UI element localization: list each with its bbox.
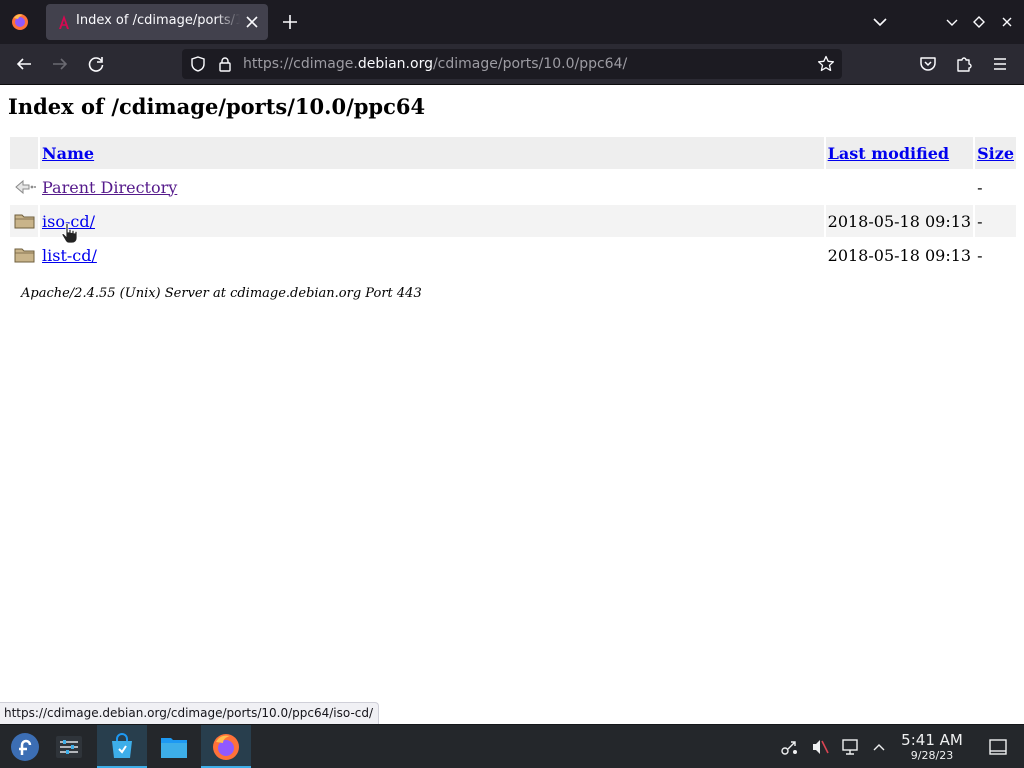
- url-text[interactable]: https://cdimage.debian.org/cdimage/ports…: [243, 56, 627, 72]
- tab-active[interactable]: Index of /cdimage/ports/10.0/ppc64: [46, 4, 268, 40]
- show-desktop-icon[interactable]: [988, 737, 1008, 757]
- hand-cursor-icon: [61, 222, 79, 244]
- row-size-cell: -: [977, 245, 983, 265]
- folder-icon: [10, 205, 38, 237]
- volume-muted-icon[interactable]: [810, 737, 830, 757]
- server-signature: Apache/2.4.55 (Unix) Server at cdimage.d…: [21, 286, 422, 301]
- url-path: /cdimage/ports/10.0/ppc64/: [432, 56, 628, 72]
- hamburger-menu-icon[interactable]: [988, 52, 1012, 76]
- url-prefix: https://cdimage.: [243, 56, 358, 72]
- row-name-cell: iso-cd/: [40, 205, 824, 237]
- row-name-cell: list-cd/: [40, 239, 824, 271]
- table-row: list-cd/ 2018-05-18 09:13 -: [10, 239, 1016, 271]
- tracking-protection-shield-icon[interactable]: [188, 54, 208, 74]
- file-manager-icon[interactable]: [149, 725, 199, 768]
- tab-bar: Index of /cdimage/ports/10.0/ppc64: [0, 0, 1024, 44]
- minimize-chevron-icon[interactable]: [940, 10, 964, 34]
- sort-by-last-modified-link[interactable]: Last modified: [828, 144, 949, 163]
- sort-by-size-link[interactable]: Size: [977, 144, 1014, 163]
- show-hidden-tray-icon[interactable]: [869, 737, 889, 757]
- maximize-diamond-icon[interactable]: [967, 10, 991, 34]
- header-last-modified: Last modified: [825, 137, 974, 169]
- lock-icon[interactable]: [215, 54, 235, 74]
- row-modified-cell: 2018-05-18 09:13: [827, 245, 972, 265]
- list-cd-link[interactable]: list-cd/: [42, 246, 97, 265]
- page-content: Index of /cdimage/ports/10.0/ppc64 Name …: [0, 85, 1024, 724]
- table-header-row: Name Last modified Size: [10, 137, 1016, 169]
- directory-listing-table: Name Last modified Size Parent Directory…: [8, 135, 1018, 273]
- navigation-toolbar: https://cdimage.debian.org/cdimage/ports…: [0, 44, 1024, 85]
- firefox-icon[interactable]: [201, 725, 251, 768]
- discover-store-icon[interactable]: [97, 725, 147, 768]
- new-tab-icon[interactable]: [278, 10, 302, 34]
- folder-icon: [10, 239, 38, 271]
- page-title: Index of /cdimage/ports/10.0/ppc64: [8, 94, 426, 119]
- fedora-launcher-icon[interactable]: [0, 725, 50, 768]
- row-size-cell: -: [975, 205, 1016, 237]
- system-settings-icon[interactable]: [44, 725, 94, 768]
- row-modified-cell: 2018-05-18 09:13: [825, 205, 974, 237]
- kde-connect-icon[interactable]: [780, 737, 800, 757]
- table-row: iso-cd/ 2018-05-18 09:13 -: [10, 205, 1016, 237]
- back-icon: [10, 171, 38, 203]
- link-status-tooltip: https://cdimage.debian.org/cdimage/ports…: [0, 702, 380, 724]
- row-size-cell: -: [977, 177, 983, 197]
- clock-time[interactable]: 5:41 AM: [890, 731, 974, 749]
- url-bar[interactable]: https://cdimage.debian.org/cdimage/ports…: [182, 49, 842, 79]
- pocket-icon[interactable]: [916, 52, 940, 76]
- close-tab-icon[interactable]: [242, 12, 262, 32]
- clock-date[interactable]: 9/28/23: [890, 749, 974, 762]
- extensions-puzzle-icon[interactable]: [952, 52, 976, 76]
- header-icon-cell: [10, 137, 38, 169]
- close-window-icon[interactable]: [995, 10, 1019, 34]
- list-all-tabs-icon[interactable]: [868, 10, 892, 34]
- parent-directory-link[interactable]: Parent Directory: [42, 178, 177, 197]
- forward-arrow-icon[interactable]: [48, 52, 72, 76]
- back-arrow-icon[interactable]: [12, 52, 36, 76]
- row-modified-cell: [826, 171, 973, 203]
- network-wired-icon[interactable]: [840, 737, 860, 757]
- header-size: Size: [975, 137, 1016, 169]
- firefox-view-icon[interactable]: [8, 10, 32, 34]
- tab-title: Index of /cdimage/ports/10.0/ppc64: [76, 13, 240, 28]
- row-name-cell: Parent Directory: [40, 171, 824, 203]
- taskbar: [0, 724, 1024, 768]
- sort-by-name-link[interactable]: Name: [42, 144, 94, 163]
- reload-icon[interactable]: [84, 52, 108, 76]
- url-domain: debian.org: [357, 56, 433, 72]
- bookmark-star-icon[interactable]: [816, 54, 836, 74]
- table-row: Parent Directory -: [10, 171, 1016, 203]
- header-name: Name: [40, 137, 824, 169]
- debian-swirl-icon: [56, 14, 72, 30]
